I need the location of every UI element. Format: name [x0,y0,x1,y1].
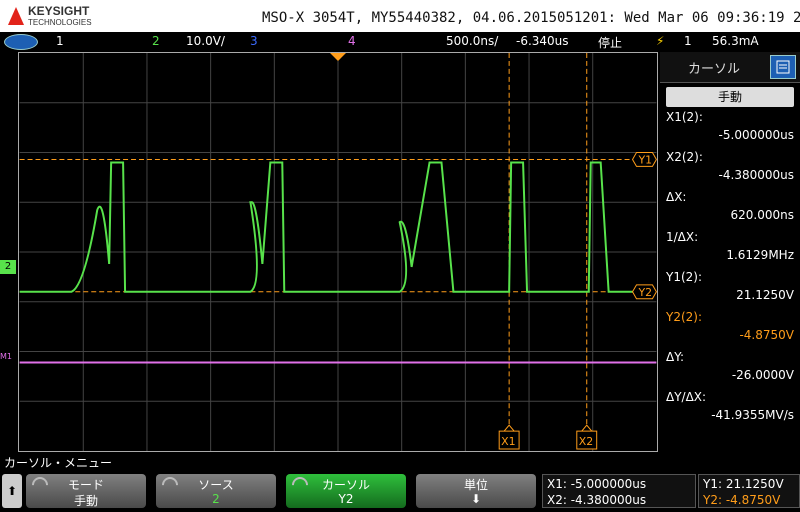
softkey-mode-label: モード [67,478,104,492]
keysight-logo: KEYSIGHT TECHNOLOGIES [8,4,92,27]
softkey-mode[interactable]: モード 手動 [26,473,146,508]
cursor-panel: カーソル 手動 X1(2): -5.000000us X2(2): -4.380… [660,52,800,452]
list-icon[interactable] [770,55,796,79]
svg-text:TECHNOLOGIES: TECHNOLOGIES [28,18,92,27]
trigger-level[interactable]: 56.3mA [712,34,759,48]
graticule [19,53,657,451]
waveform-display[interactable]: Y1 Y2 X1 X2 [18,52,658,452]
ch1-indicator[interactable]: 1 [56,34,64,48]
dydx-label: ΔY/ΔX: [666,390,707,404]
home-button[interactable] [4,34,38,50]
trigger-position-marker [330,53,346,61]
dy-value: -26.0000V [731,368,794,382]
softkey-mode-value: 手動 [73,494,98,508]
trigger-source[interactable]: 1 [684,34,692,48]
softkey-source-label: ソース [198,478,234,492]
y2-value: -4.8750V [739,328,794,342]
dydx-value: -41.9355MV/s [711,408,794,422]
svg-text:KEYSIGHT: KEYSIGHT [28,4,90,18]
panel-tab-label: カーソル [687,62,740,77]
svg-text:Y1: Y1 [637,153,652,166]
menu-title: カーソル・メニュー [0,454,544,472]
x2-label: X2(2): [666,150,703,164]
y1-label: Y1(2): [666,270,703,284]
cursor-x1-label: X1 [498,424,520,450]
x1-label: X1(2): [666,110,703,124]
ch2-waveform [19,161,637,293]
softkey-cursor[interactable]: カーソル Y2 [286,473,406,508]
delay[interactable]: -6.340us [516,34,569,48]
svg-text:X2: X2 [579,435,593,448]
y1-value: 21.1250V [736,288,794,302]
back-button[interactable]: ⬆ [2,474,22,508]
ch4-indicator[interactable]: 4 [348,34,356,48]
dx-value: 620.000ns [730,208,794,222]
softkey-cursor-label: カーソル [321,478,370,492]
dx-label: ΔX: [666,190,687,204]
x1-value: -5.000000us [718,128,794,142]
softkey-units[interactable]: 単位 ⬇ [416,474,536,508]
panel-tab[interactable]: カーソル [660,52,800,83]
ch3-indicator[interactable]: 3 [250,34,258,48]
inv-dx-value: 1.6129MHz [726,248,794,262]
cursor-y1-label: Y1 [631,152,657,167]
instrument-title: MSO-X 3054T, MY55440382, 04.06.201505120… [262,10,800,26]
svg-text:X1: X1 [501,435,515,448]
cursor-x-readout: X1: -5.000000us X2: -4.380000us [542,474,696,508]
arrow-down-icon: ⬇ [470,492,482,506]
run-state[interactable]: 停止 [598,34,622,51]
status-bar: 1 2 10.0V/ 3 4 500.0ns/ -6.340us 停止 ⚡ 1 … [0,32,800,51]
readout-y1: Y1: 21.1250V [703,477,784,491]
ch2-scale[interactable]: 10.0V/ [186,34,225,48]
softkey-units-label: 単位 [463,478,488,492]
ch2-ground-marker[interactable]: 2 [0,260,16,274]
softkey-source[interactable]: ソース 2 [156,473,276,508]
cursor-y-readout: Y1: 21.1250V Y2: -4.8750V [698,474,800,508]
svg-text:Y2: Y2 [637,286,652,299]
softkey-source-value: 2 [212,492,220,506]
y2-label: Y2(2): [666,310,703,324]
readout-x2: X2: -4.380000us [547,493,647,507]
ch2-indicator[interactable]: 2 [152,34,160,48]
header-bar: KEYSIGHT TECHNOLOGIES MSO-X 3054T, MY554… [0,0,800,32]
cursor-mode-button[interactable]: 手動 [666,87,794,107]
dy-label: ΔY: [666,350,684,364]
cursor-x2-label: X2 [576,424,598,450]
trigger-edge-icon: ⚡ [656,34,665,48]
digital-marker[interactable]: M1 [0,352,16,364]
timebase[interactable]: 500.0ns/ [446,34,498,48]
readout-x1: X1: -5.000000us [547,477,647,491]
softkey-cursor-value: Y2 [338,492,354,506]
cursor-y2-label: Y2 [631,284,657,300]
x2-value: -4.380000us [718,168,794,182]
readout-y2: Y2: -4.8750V [703,493,781,507]
inv-dx-label: 1/ΔX: [666,230,699,244]
